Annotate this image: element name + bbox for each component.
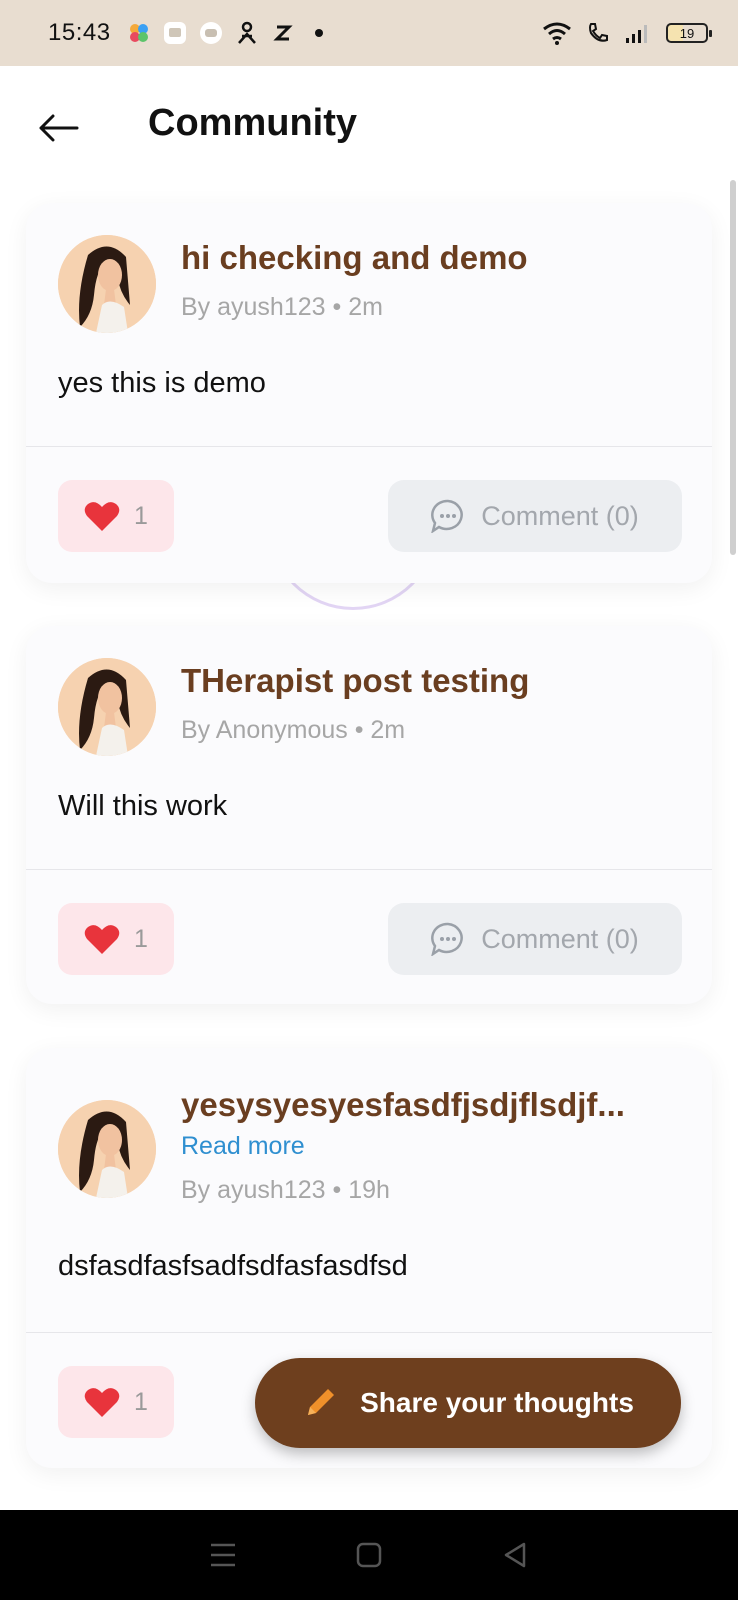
comment-button[interactable]: Comment (0)	[388, 903, 682, 975]
woman-avatar-icon	[58, 1100, 156, 1198]
share-thoughts-button[interactable]: Share your thoughts	[255, 1358, 681, 1448]
back-button[interactable]	[34, 104, 82, 152]
divider	[26, 1332, 712, 1333]
z-app-icon	[272, 25, 293, 41]
like-count: 1	[134, 924, 148, 953]
comment-button[interactable]: Comment (0)	[388, 480, 682, 552]
comment-label: Comment (0)	[481, 500, 639, 531]
fab-label: Share your thoughts	[360, 1387, 634, 1418]
call-icon	[589, 23, 608, 42]
tv-app-icon	[163, 22, 186, 44]
like-button[interactable]: 1	[58, 1366, 174, 1438]
battery-icon: 19	[666, 23, 712, 43]
post-body: Will this work	[58, 790, 228, 822]
like-button[interactable]: 1	[58, 903, 174, 975]
signal-icon	[626, 25, 647, 43]
like-count: 1	[134, 501, 148, 530]
woman-avatar-icon	[58, 658, 156, 756]
pencil-icon	[308, 1389, 335, 1415]
post-card[interactable]: hi checking and demo By ayush123 • 2m ye…	[26, 203, 712, 583]
system-nav-bar	[0, 1510, 738, 1600]
system-icons: 19	[542, 21, 712, 45]
scrollbar[interactable]	[730, 180, 736, 555]
wifi-icon	[543, 22, 571, 45]
avatar	[58, 658, 156, 756]
recents-button[interactable]	[203, 1535, 243, 1575]
post-title[interactable]: hi checking and demo	[181, 239, 528, 277]
person-app-icon	[237, 21, 256, 44]
app-header: Community	[0, 66, 738, 186]
post-title[interactable]: THerapist post testing	[181, 662, 529, 700]
comment-label: Comment (0)	[481, 923, 639, 954]
avatar	[58, 1100, 156, 1198]
post-meta: By ayush123 • 19h	[181, 1176, 390, 1204]
post-meta: By Anonymous • 2m	[181, 716, 406, 744]
like-button[interactable]: 1	[58, 480, 174, 552]
post-body: dsfasdfasfsadfsdfasfasdfsd	[58, 1250, 408, 1282]
post-body: yes this is demo	[58, 367, 266, 399]
post-meta: By ayush123 • 2m	[181, 293, 383, 321]
home-button[interactable]	[349, 1535, 389, 1575]
heart-icon	[84, 925, 120, 954]
status-bar: 15:43 19	[0, 0, 738, 66]
page-title: Community	[148, 102, 357, 144]
back-nav-button[interactable]	[495, 1535, 535, 1575]
heart-icon	[84, 1388, 120, 1417]
chat-app-icon	[199, 22, 222, 44]
read-more-link[interactable]: Read more	[181, 1132, 305, 1161]
square-icon	[356, 1542, 382, 1568]
woman-avatar-icon	[58, 235, 156, 333]
chat-bubble-icon	[431, 922, 464, 956]
battery-level: 19	[679, 25, 695, 41]
dot-icon	[314, 29, 323, 37]
flower-app-icon	[129, 24, 148, 42]
divider	[26, 869, 712, 870]
triangle-back-icon	[504, 1542, 526, 1568]
status-time: 15:43	[48, 19, 111, 46]
like-count: 1	[134, 1387, 148, 1416]
divider	[26, 446, 712, 447]
menu-icon	[211, 1543, 235, 1567]
heart-icon	[84, 502, 120, 531]
arrow-left-icon	[39, 114, 79, 142]
post-title[interactable]: yesysyesyesfasdfjsdjflsdjf...	[181, 1086, 625, 1124]
post-card[interactable]: THerapist post testing By Anonymous • 2m…	[26, 626, 712, 1004]
notification-icons	[127, 21, 331, 45]
chat-bubble-icon	[431, 499, 464, 533]
avatar	[58, 235, 156, 333]
